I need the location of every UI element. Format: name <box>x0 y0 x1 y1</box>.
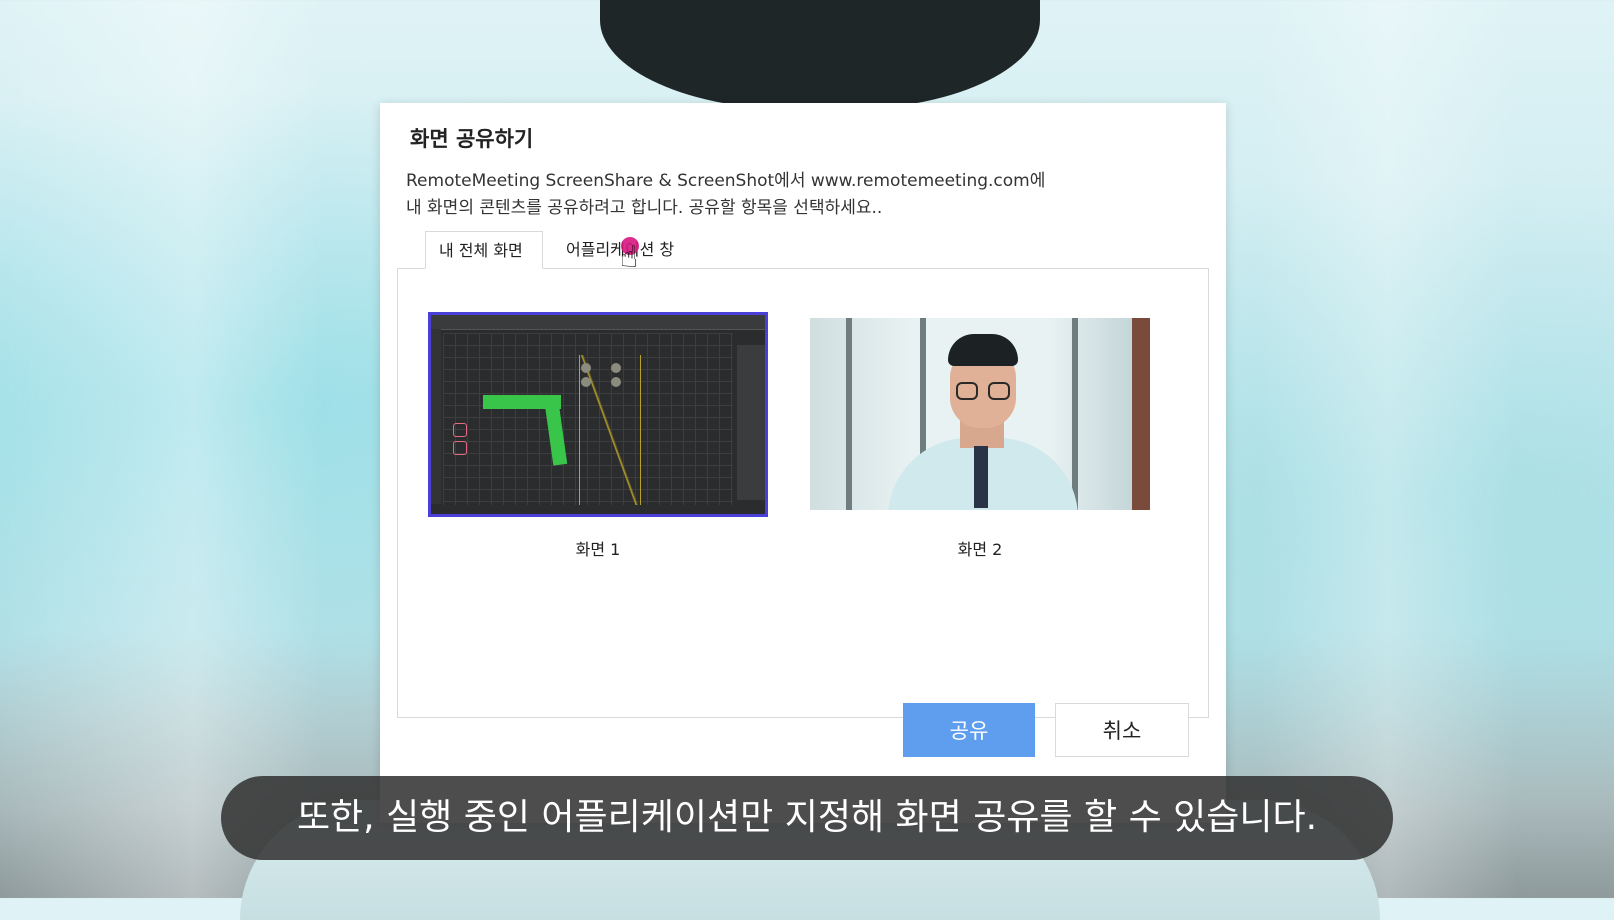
cad-right-panel <box>737 345 765 500</box>
cad-circle <box>611 363 621 373</box>
dialog-title: 화면 공유하기 <box>410 127 534 151</box>
share-button[interactable]: 공유 <box>903 703 1035 757</box>
dialog-description: RemoteMeeting ScreenShare & ScreenShot에서… <box>406 168 1186 222</box>
cad-pink-shape <box>453 441 467 455</box>
screen-2-label: 화면 2 <box>957 540 1003 559</box>
screen-1-thumbnail[interactable] <box>428 312 768 517</box>
cad-circle <box>611 377 621 387</box>
dialog-description-line-1: RemoteMeeting ScreenShare & ScreenShot에서… <box>406 171 1046 191</box>
video-subtitle: 또한, 실행 중인 어플리케이션만 지정해 화면 공유를 할 수 있습니다. <box>221 776 1393 860</box>
person-tie <box>974 446 988 508</box>
cad-pink-shape <box>453 423 467 437</box>
cad-toolbar <box>431 315 765 330</box>
screen-2-thumbnail[interactable] <box>810 318 1150 510</box>
cad-circle <box>581 377 591 387</box>
dialog-description-line-2: 내 화면의 콘텐츠를 공유하려고 합니다. 공유할 항목을 선택하세요.. <box>406 198 883 218</box>
screen-1-label: 화면 1 <box>575 540 621 559</box>
cad-circle <box>581 363 591 373</box>
tab-entire-screen[interactable]: 내 전체 화면 <box>425 231 543 269</box>
person-glasses-right <box>988 382 1010 400</box>
window-frame-bar <box>846 318 852 510</box>
hand-pointer-icon: ☝ <box>620 240 639 275</box>
window-frame-bar <box>1072 318 1078 510</box>
window-frame-right <box>1132 318 1150 510</box>
cad-left-toolbar <box>431 329 441 504</box>
screen-share-dialog: 화면 공유하기 RemoteMeeting ScreenShare & Scre… <box>380 103 1226 823</box>
screen-list-panel: 화면 1 화면 2 <box>397 268 1209 718</box>
cancel-button[interactable]: 취소 <box>1055 703 1189 757</box>
person-hair <box>948 334 1018 366</box>
person-glasses-left <box>956 382 978 400</box>
